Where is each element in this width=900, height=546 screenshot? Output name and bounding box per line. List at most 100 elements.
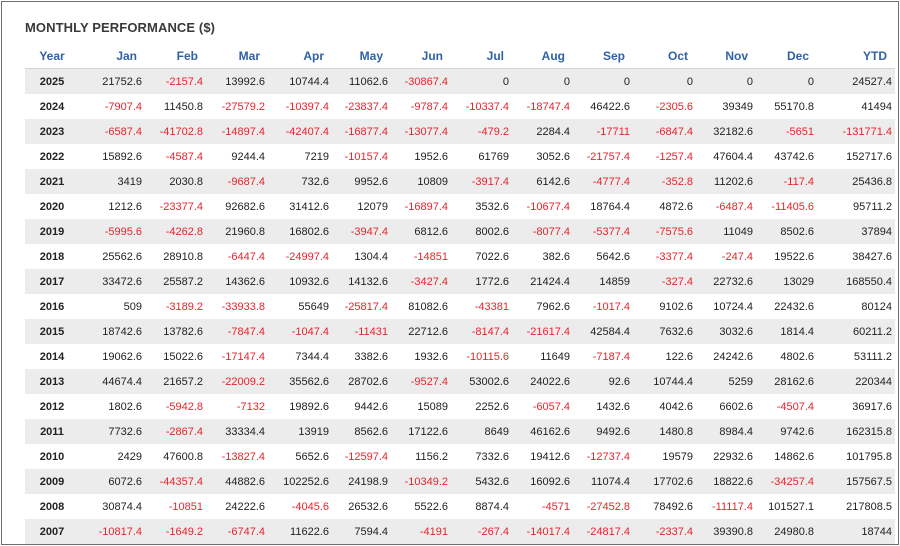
month-value-cell: 10809 bbox=[391, 169, 451, 194]
month-value-cell: 5522.6 bbox=[414, 500, 448, 513]
month-value-cell: 0 bbox=[451, 68, 512, 94]
year-cell: 2024 bbox=[39, 100, 65, 113]
month-value-cell: -4777.4 bbox=[573, 169, 633, 194]
month-value-cell: 39349 bbox=[722, 100, 753, 113]
column-header-aug: Aug bbox=[512, 43, 573, 69]
month-value-cell: -42407.4 bbox=[268, 119, 332, 144]
ytd-cell: 36917.6 bbox=[852, 400, 892, 413]
month-value-cell: -10157.4 bbox=[344, 150, 388, 163]
month-value-cell: 2252.6 bbox=[475, 400, 509, 413]
table-row: 2012 1802.6 -5942.8 -7132 19892.6 9442.6 15089… bbox=[25, 394, 895, 419]
year-cell: 2023 bbox=[25, 119, 79, 144]
month-value-cell: -1649.2 bbox=[145, 519, 206, 544]
month-value-cell: 15089 bbox=[417, 400, 448, 413]
month-value-cell: -4262.8 bbox=[145, 219, 206, 244]
month-value-cell: 3382.6 bbox=[354, 350, 388, 363]
month-value-cell: 6142.6 bbox=[512, 169, 573, 194]
month-value-cell: 18822.6 bbox=[696, 469, 756, 494]
month-value-cell: -117.4 bbox=[756, 169, 817, 194]
column-header-ytd: YTD bbox=[817, 43, 895, 69]
month-value-cell: 16802.6 bbox=[268, 219, 332, 244]
month-value-cell: 15022.6 bbox=[163, 350, 203, 363]
month-value-cell: 7332.6 bbox=[475, 450, 509, 463]
ytd-cell: 101795.8 bbox=[846, 450, 892, 463]
month-value-cell: 102252.6 bbox=[268, 469, 332, 494]
month-value-cell: -3377.4 bbox=[655, 250, 693, 263]
month-value-cell: 1932.6 bbox=[414, 350, 448, 363]
month-value-cell: -6587.4 bbox=[79, 119, 145, 144]
month-value-cell: 7219 bbox=[304, 150, 329, 163]
month-value-cell: -27452.8 bbox=[586, 500, 630, 513]
month-value-cell: 7022.6 bbox=[475, 250, 509, 263]
month-value-cell: 24242.6 bbox=[713, 350, 753, 363]
month-value-cell: 25562.6 bbox=[102, 250, 142, 263]
month-value-cell: 22732.6 bbox=[696, 269, 756, 294]
month-value-cell: -10349.2 bbox=[391, 469, 451, 494]
month-value-cell: 14362.6 bbox=[206, 269, 268, 294]
month-value-cell: 3532.6 bbox=[475, 200, 509, 213]
month-value-cell: -14851 bbox=[413, 250, 448, 263]
month-value-cell: 78492.6 bbox=[653, 500, 693, 513]
month-value-cell: -8077.4 bbox=[512, 219, 573, 244]
month-value-cell: -25817.4 bbox=[344, 300, 388, 313]
column-header-feb: Feb bbox=[145, 43, 206, 69]
month-value-cell: 22932.6 bbox=[713, 450, 753, 463]
month-value-cell: 101527.1 bbox=[768, 500, 814, 513]
month-value-cell: 11649 bbox=[540, 350, 570, 363]
column-header-jul: Jul bbox=[451, 43, 512, 69]
month-value-cell: -41702.8 bbox=[145, 119, 206, 144]
ytd-cell: 24527.4 bbox=[817, 68, 895, 94]
month-value-cell: -1257.4 bbox=[655, 150, 693, 163]
month-value-cell: -21757.4 bbox=[586, 150, 630, 163]
month-value-cell: 31412.6 bbox=[289, 200, 329, 213]
month-value-cell: 14862.6 bbox=[774, 450, 814, 463]
month-value-cell: -4045.6 bbox=[291, 500, 329, 513]
month-value-cell: -33933.8 bbox=[221, 300, 265, 313]
month-value-cell: 28702.6 bbox=[332, 369, 391, 394]
month-value-cell: 0 bbox=[696, 68, 756, 94]
month-value-cell: 4042.6 bbox=[659, 400, 693, 413]
year-cell: 2025 bbox=[25, 68, 79, 94]
month-value-cell: 9442.6 bbox=[354, 400, 388, 413]
column-header-jan: Jan bbox=[79, 43, 145, 69]
month-value-cell: -247.4 bbox=[721, 250, 753, 263]
month-value-cell: -9787.4 bbox=[410, 100, 448, 113]
month-value-cell: 10744.4 bbox=[633, 369, 696, 394]
month-value-cell: 4872.6 bbox=[659, 200, 693, 213]
column-header-apr: Apr bbox=[268, 43, 332, 69]
month-value-cell: 35562.6 bbox=[268, 369, 332, 394]
month-value-cell: 2429 bbox=[117, 450, 142, 463]
month-value-cell: 21424.4 bbox=[512, 269, 573, 294]
table-row: 2024 -7907.4 11450.8 -27579.2 -10397.4 -23837… bbox=[25, 94, 895, 119]
month-value-cell: -14017.4 bbox=[512, 519, 573, 544]
month-value-cell: -10817.4 bbox=[79, 519, 145, 544]
month-value-cell: 8984.4 bbox=[696, 419, 756, 444]
month-value-cell: 2284.4 bbox=[512, 119, 573, 144]
month-value-cell: 17122.6 bbox=[391, 419, 451, 444]
month-value-cell: 9102.6 bbox=[659, 300, 693, 313]
month-value-cell: -7847.4 bbox=[206, 319, 268, 344]
month-value-cell: 44882.6 bbox=[206, 469, 268, 494]
month-value-cell: 28162.6 bbox=[756, 369, 817, 394]
month-value-cell: 9244.4 bbox=[231, 150, 265, 163]
month-value-cell: -2157.4 bbox=[145, 68, 206, 94]
month-value-cell: -6747.4 bbox=[206, 519, 268, 544]
month-value-cell: 3052.6 bbox=[536, 150, 570, 163]
month-value-cell: -11405.6 bbox=[771, 200, 814, 213]
table-row: 2011 7732.6 -2867.4 33334.4 13919 8562.6 17122… bbox=[25, 419, 895, 444]
ytd-cell: 157567.5 bbox=[817, 469, 895, 494]
month-value-cell: 16092.6 bbox=[512, 469, 573, 494]
month-value-cell: 7962.6 bbox=[536, 300, 570, 313]
month-value-cell: 22712.6 bbox=[391, 319, 451, 344]
table-row: 2020 1212.6 -23377.4 92682.6 31412.6 12079 -16… bbox=[25, 194, 895, 219]
month-value-cell: -4587.4 bbox=[165, 150, 203, 163]
month-value-cell: 0 bbox=[633, 68, 696, 94]
month-value-cell: -9687.4 bbox=[206, 169, 268, 194]
month-value-cell: -23377.4 bbox=[159, 200, 203, 213]
month-value-cell: -267.4 bbox=[451, 519, 512, 544]
table-row: 2007 -10817.4 -1649.2 -6747.4 11622.6 7594.4-… bbox=[25, 519, 895, 544]
month-value-cell: -18747.4 bbox=[526, 100, 570, 113]
month-value-cell: 7594.4 bbox=[332, 519, 391, 544]
month-value-cell: -6487.4 bbox=[715, 200, 753, 213]
year-cell: 2010 bbox=[39, 450, 65, 463]
